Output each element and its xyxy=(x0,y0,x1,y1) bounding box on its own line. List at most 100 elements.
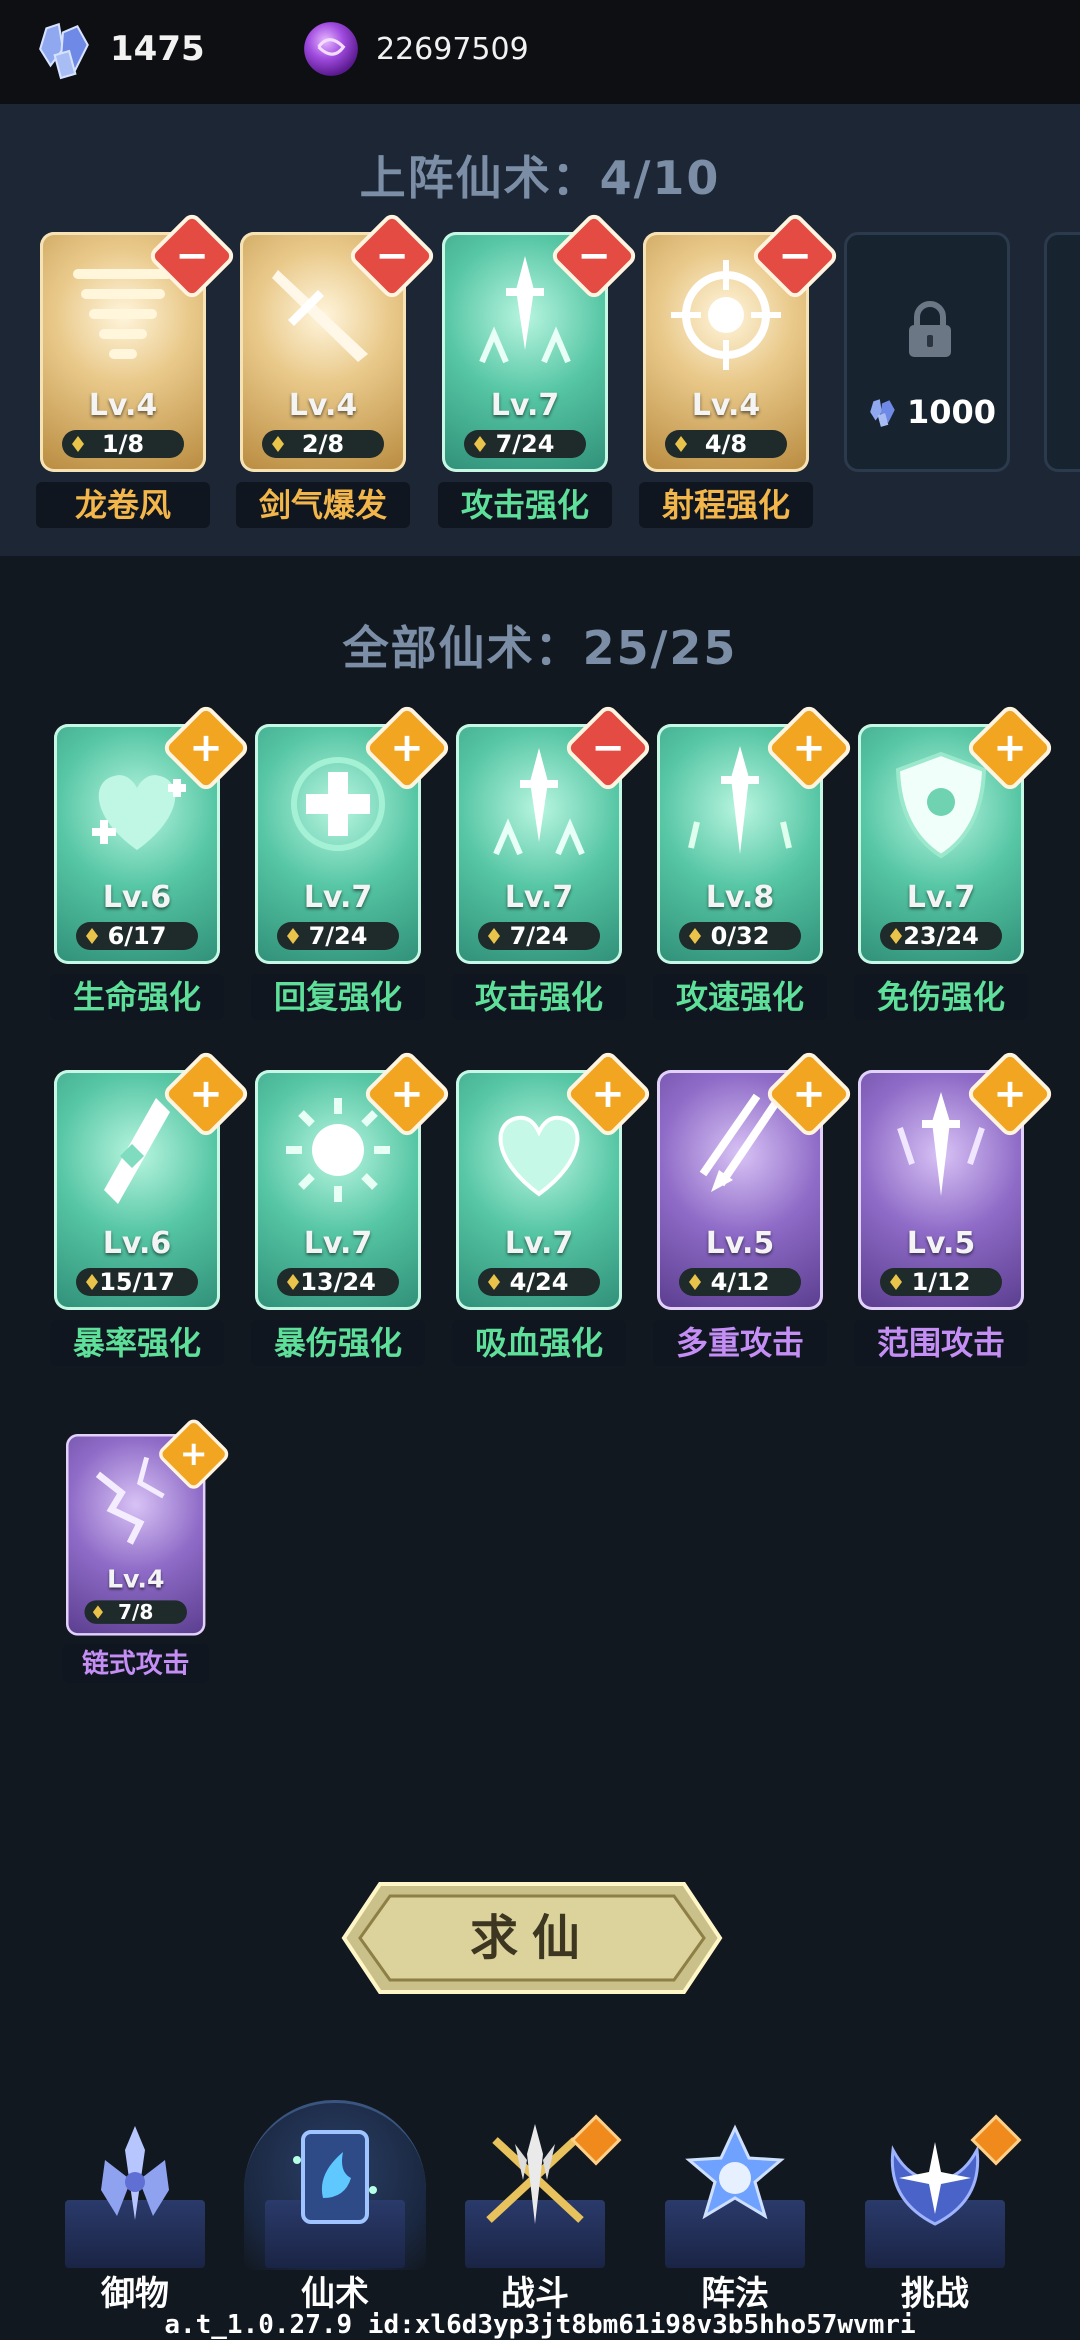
card-level: Lv.5 xyxy=(906,1226,976,1261)
card-progress: 6/17 xyxy=(76,922,198,950)
lock-icon xyxy=(909,301,951,357)
card-progress: 4/24 xyxy=(478,1268,600,1296)
crystal-icon xyxy=(39,22,89,80)
card-progress: 2/8 xyxy=(262,430,384,458)
card-progress: 7/24 xyxy=(277,922,399,950)
purple-orb-icon xyxy=(304,22,358,76)
plus-icon: + xyxy=(189,1071,223,1117)
all-spells-title: 全部仙术：25/25 xyxy=(342,621,738,675)
card-level: Lv.7 xyxy=(490,388,560,423)
card-name: 暴伤强化 xyxy=(251,1320,425,1366)
card-level: Lv.8 xyxy=(705,880,775,915)
nav-zhandou[interactable]: 战斗 xyxy=(450,2090,622,2320)
card-level: Lv.7 xyxy=(303,880,373,915)
card-name: 攻击强化 xyxy=(452,974,626,1020)
spell-card[interactable]: Lv.7 4/24 + 吸血强化 xyxy=(452,1048,654,1366)
spell-card[interactable]: Lv.7 7/24 − 攻击强化 xyxy=(438,210,640,528)
card-level: Lv.6 xyxy=(102,1226,172,1261)
card-progress: 4/12 xyxy=(679,1268,801,1296)
card-name: 免伤强化 xyxy=(854,974,1028,1020)
nav-tiaozhan[interactable]: 挑战 xyxy=(850,2090,1022,2320)
card-name: 剑气爆发 xyxy=(236,482,410,528)
card-name: 射程强化 xyxy=(639,482,813,528)
swords-icon xyxy=(101,2126,169,2220)
orb-currency: 22697509 xyxy=(300,18,529,80)
orb-amount: 22697509 xyxy=(376,31,529,67)
card-level: Lv.7 xyxy=(906,880,976,915)
card-progress-value: 23/24 xyxy=(903,922,979,950)
plus-icon: + xyxy=(189,725,223,771)
card-progress: 23/24 xyxy=(880,922,1002,950)
card-progress-value: 7/24 xyxy=(495,430,555,458)
card-name: 攻速强化 xyxy=(653,974,827,1020)
card-name: 龙卷风 xyxy=(36,482,210,528)
spell-card[interactable]: Lv.6 15/17 + 暴率强化 xyxy=(50,1048,252,1366)
spell-card[interactable]: Lv.7 13/24 + 暴伤强化 xyxy=(251,1048,453,1366)
nav-label: 御物 xyxy=(101,2274,169,2314)
qiuxian-button[interactable]: 求仙 xyxy=(340,1880,724,1996)
spell-card[interactable]: Lv.5 4/12 + 多重攻击 xyxy=(653,1048,855,1366)
card-level: Lv.5 xyxy=(705,1226,775,1261)
bottom-nav: 御物 仙术 战斗 阵法 挑战 xyxy=(0,2090,1080,2320)
card-progress: 1/12 xyxy=(880,1268,1002,1296)
nav-label: 阵法 xyxy=(701,2274,769,2314)
spell-card[interactable]: Lv.7 7/24 − 攻击强化 xyxy=(452,702,654,1020)
card-level: Lv.4 xyxy=(691,388,761,423)
spell-card[interactable]: Lv.4 1/8 − 龙卷风 xyxy=(36,210,238,528)
spell-card[interactable]: Lv.8 0/32 + 攻速强化 xyxy=(653,702,855,1020)
card-progress-value: 0/32 xyxy=(710,922,770,950)
card-name: 暴率强化 xyxy=(50,1320,224,1366)
card-progress: 7/24 xyxy=(464,430,586,458)
card-progress-value: 4/8 xyxy=(704,430,748,458)
card-progress: 15/17 xyxy=(76,1268,198,1296)
plus-icon: + xyxy=(993,1071,1027,1117)
card-name: 生命强化 xyxy=(50,974,224,1020)
spell-card[interactable]: Lv.4 4/8 − 射程强化 xyxy=(639,210,841,528)
card-name: 攻击强化 xyxy=(438,482,612,528)
nav-label: 挑战 xyxy=(901,2274,969,2314)
unlock-cost-value: 1000 xyxy=(907,393,997,431)
card-level: Lv.7 xyxy=(303,1226,373,1261)
nav-label: 仙术 xyxy=(301,2274,369,2314)
minus-icon: − xyxy=(577,233,611,279)
card-level: Lv.7 xyxy=(504,1226,574,1261)
card-level: Lv.4 xyxy=(288,388,358,423)
card-level: Lv.4 xyxy=(106,1565,165,1595)
plus-icon: + xyxy=(390,725,424,771)
minus-icon: − xyxy=(375,233,409,279)
card-progress-value: 4/12 xyxy=(710,1268,770,1296)
nav-yuwu[interactable]: 御物 xyxy=(50,2090,220,2320)
card-progress-value: 4/24 xyxy=(509,1268,569,1296)
card-progress: 7/24 xyxy=(478,922,600,950)
minus-icon: − xyxy=(591,725,625,771)
crystal-currency: 1475 xyxy=(34,18,205,80)
nav-label: 战斗 xyxy=(501,2274,569,2314)
spell-card[interactable]: Lv.4 2/8 − 剑气爆发 xyxy=(236,210,438,528)
card-name: 范围攻击 xyxy=(854,1320,1028,1366)
nav-xianshu[interactable]: 仙术 xyxy=(244,2090,426,2320)
spell-card[interactable]: Lv.7 23/24 + 免伤强化 xyxy=(854,702,1056,1020)
card-name: 多重攻击 xyxy=(653,1320,827,1366)
minus-icon: − xyxy=(175,233,209,279)
card-progress-value: 7/24 xyxy=(308,922,368,950)
crystal-amount: 1475 xyxy=(110,29,205,69)
card-name: 链式攻击 xyxy=(62,1644,209,1683)
locked-slot[interactable]: 1000 xyxy=(844,232,1010,472)
spell-card[interactable]: Lv.7 7/24 + 回复强化 xyxy=(251,702,453,1020)
card-progress: 1/8 xyxy=(62,430,184,458)
plus-icon: + xyxy=(792,1071,826,1117)
card-progress-value: 1/12 xyxy=(911,1268,971,1296)
spell-card[interactable]: Lv.6 6/17 + 生命强化 xyxy=(50,702,252,1020)
card-progress-value: 7/24 xyxy=(509,922,569,950)
card-progress-value: 1/8 xyxy=(101,430,145,458)
card-name: 吸血强化 xyxy=(452,1320,626,1366)
card-progress-value: 15/17 xyxy=(99,1268,175,1296)
nav-zhenfa[interactable]: 阵法 xyxy=(650,2090,820,2320)
currency-bar: 1475 22697509 xyxy=(0,0,1080,104)
card-progress: 13/24 xyxy=(277,1268,399,1296)
plus-icon: + xyxy=(993,725,1027,771)
next-slot-edge xyxy=(1044,232,1080,472)
minus-icon: − xyxy=(778,233,812,279)
spell-card[interactable]: Lv.5 1/12 + 范围攻击 xyxy=(854,1048,1056,1366)
spell-card[interactable]: Lv.4 7/8 + 链式攻击 xyxy=(62,1416,232,1683)
